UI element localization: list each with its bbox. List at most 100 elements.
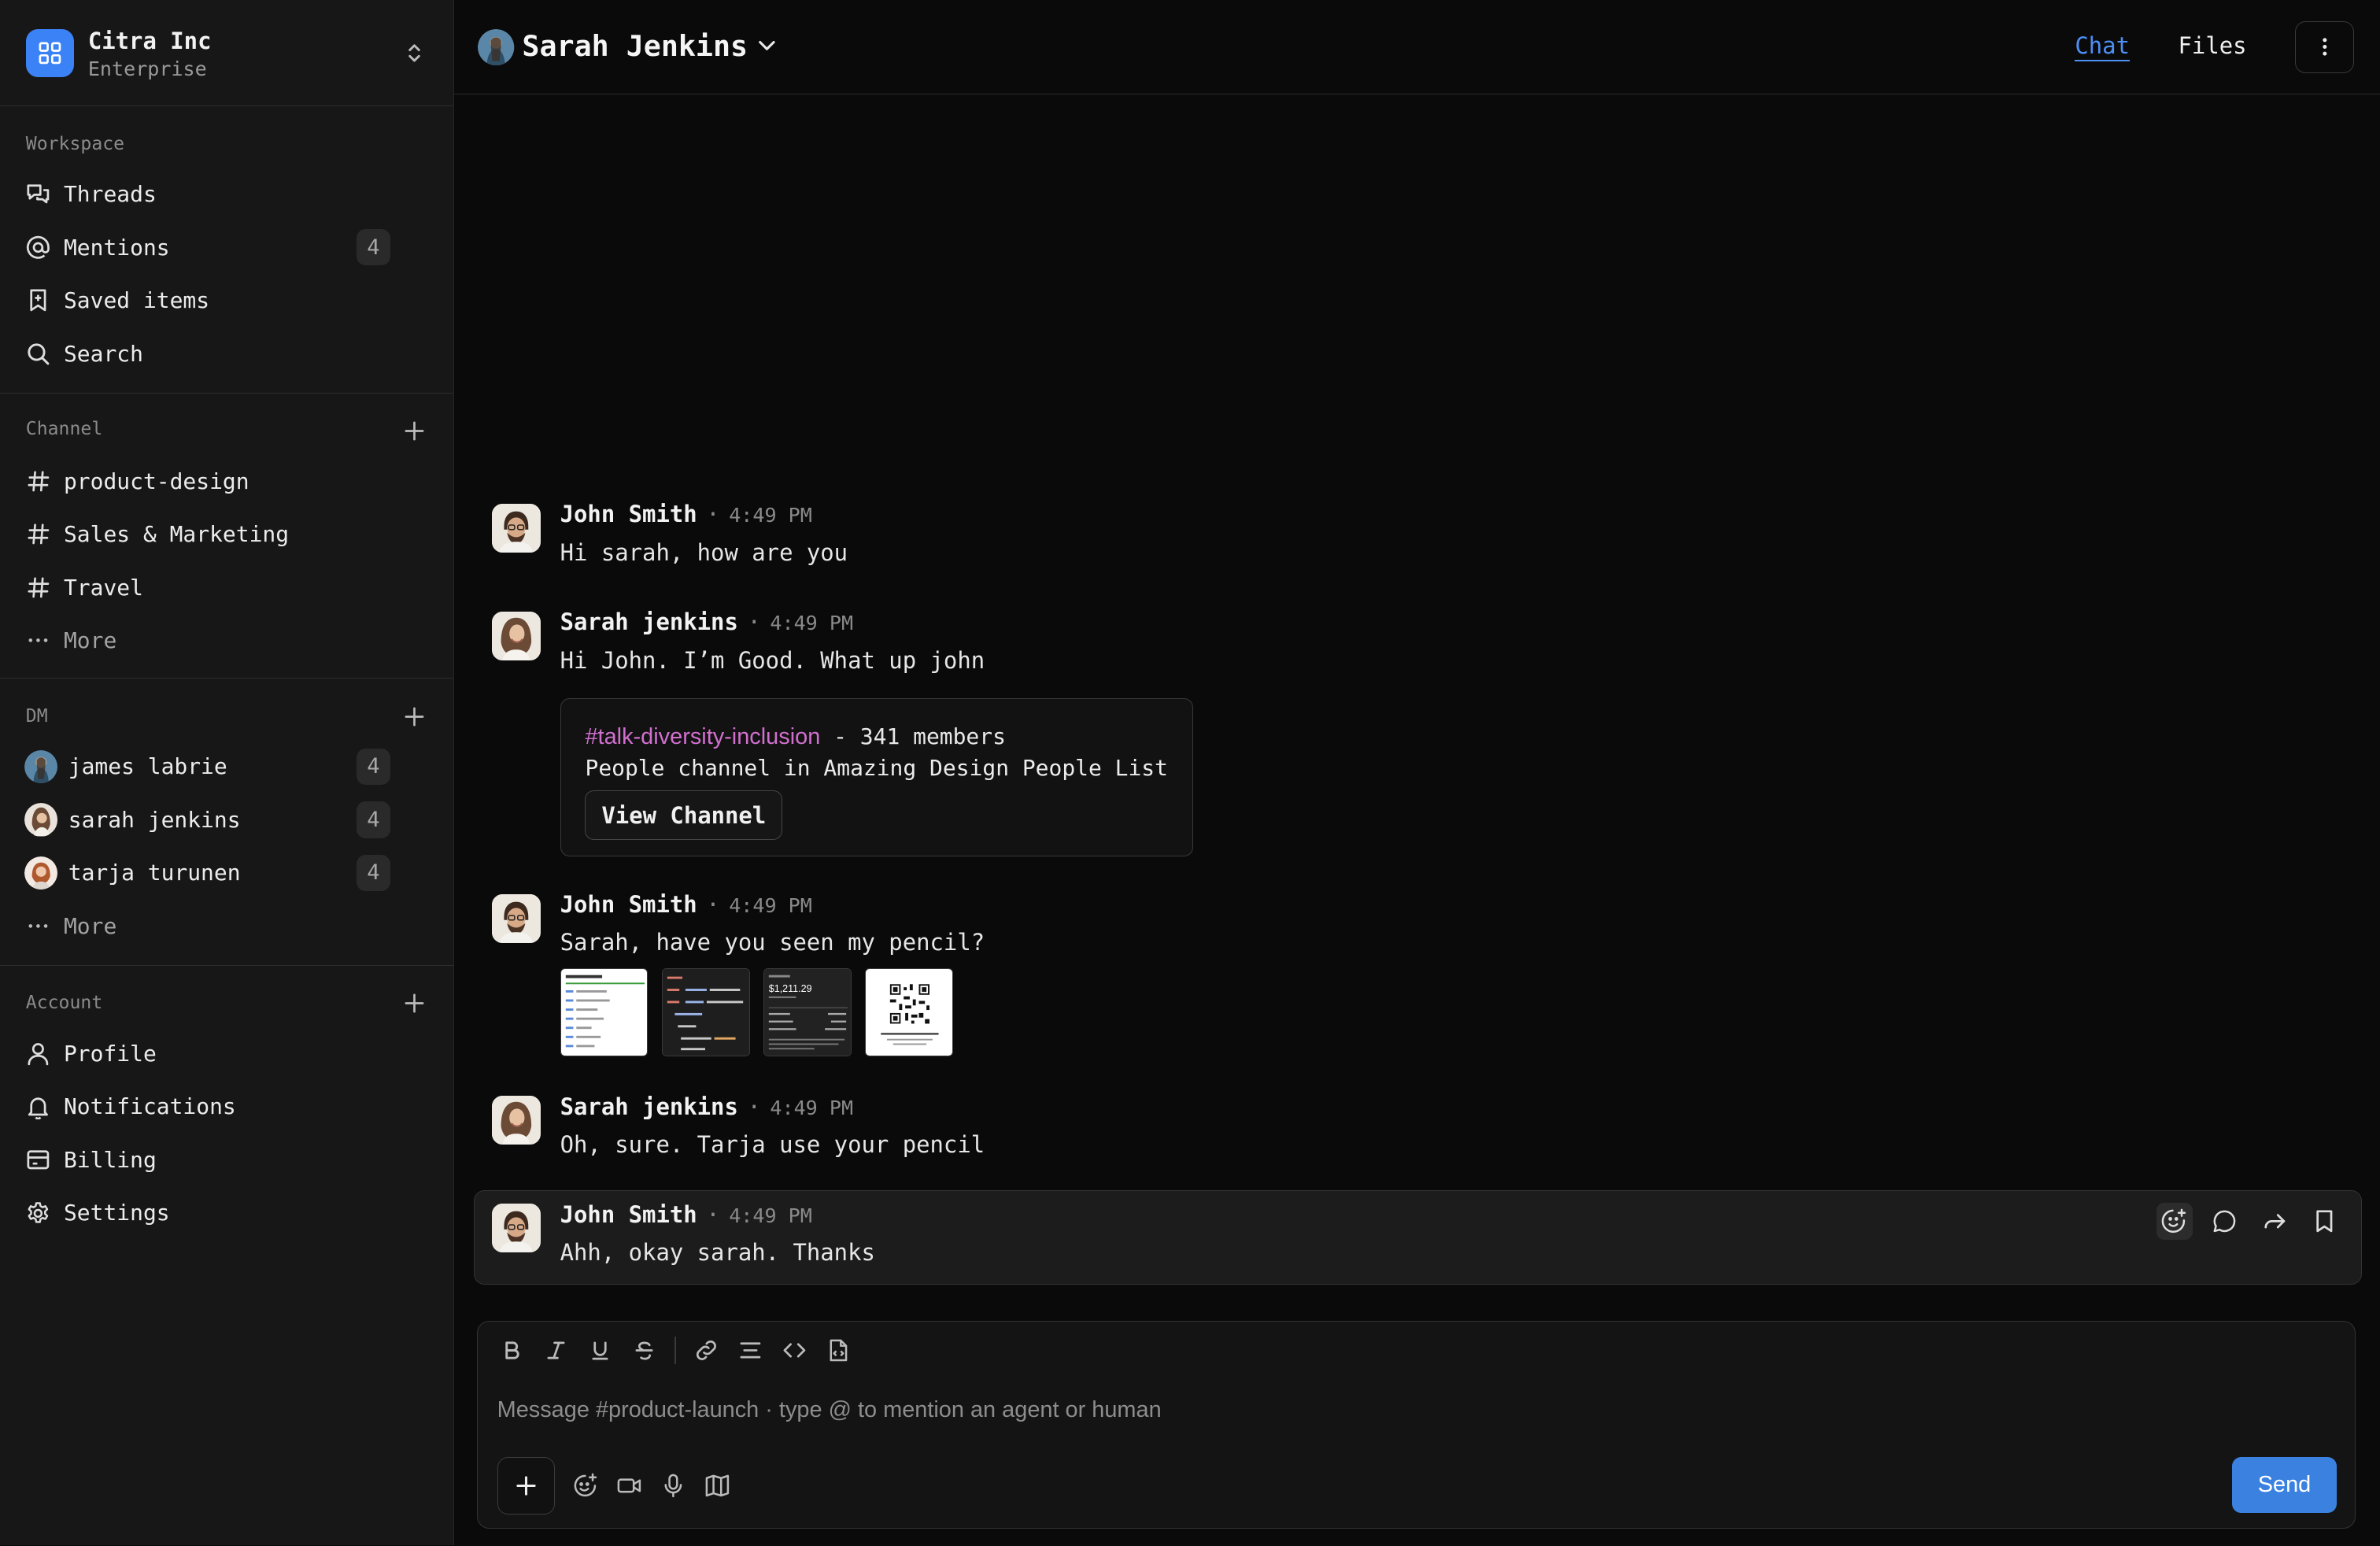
hash-icon [24,521,52,549]
avatar [491,1204,541,1253]
sidebar-item-profile[interactable]: Profile [24,1034,413,1073]
sidebar-item-label: Threads [63,181,157,208]
message-author[interactable]: John Smith [560,1201,697,1228]
attach-button[interactable] [497,1456,555,1515]
underline-icon[interactable] [586,1337,614,1364]
sidebar: Citra Inc Enterprise Workspace Threads M… [0,0,454,1546]
avatar [478,28,515,65]
add-channel-icon[interactable] [404,420,425,442]
message-author[interactable]: John Smith [560,891,697,918]
sidebar-item-sales-marketing[interactable]: Sales & Marketing [24,515,413,554]
at-icon [24,234,52,261]
sidebar-item-channel-more[interactable]: More [24,621,413,660]
search-icon [24,340,52,368]
message-composer: Message #product-launch · type @ to ment… [476,1320,2356,1529]
tab-files[interactable]: Files [2179,32,2247,59]
message-meta: John Smith · 4:49 PM [560,501,812,528]
member-count: - 341 members [833,723,1006,749]
sidebar-item-notifications[interactable]: Notifications [24,1087,413,1126]
sidebar-item-search[interactable]: Search [24,334,413,373]
section-title-channel: Channel [25,419,103,440]
section-title-dm: DM [25,705,48,727]
card-header: #talk-diversity-inclusion - 341 members [585,723,1005,750]
org-name: Citra Inc [87,27,212,54]
sidebar-item-james-labrie[interactable]: james labrie 4 [24,747,413,786]
emoji-icon[interactable] [571,1472,599,1500]
sidebar-item-sarah-jenkins[interactable]: sarah jenkins 4 [24,800,413,839]
code-icon[interactable] [781,1337,808,1364]
sidebar-item-billing[interactable]: Billing [24,1140,413,1179]
link-icon[interactable] [693,1337,720,1364]
add-account-icon[interactable] [404,993,425,1014]
sidebar-item-label: More [63,627,117,654]
chevron-updown-icon[interactable] [404,41,425,65]
user-icon [24,1040,52,1067]
reply-thread-icon[interactable] [2206,1203,2242,1239]
attachment-thumbnail[interactable] [865,968,954,1057]
org-plan: Enterprise [87,57,207,81]
microphone-icon[interactable] [660,1472,687,1500]
gear-icon [24,1200,52,1227]
message-meta: Sarah jenkins · 4:49 PM [560,1093,854,1120]
add-dm-icon[interactable] [404,706,425,727]
avatar [24,803,58,837]
bell-icon [24,1093,52,1121]
sidebar-item-dm-more[interactable]: More [24,906,413,945]
avatar [491,1096,541,1145]
message-author[interactable]: Sarah jenkins [560,1093,738,1120]
threads-icon [24,181,52,209]
attachment-thumbnail[interactable]: $1,211.29 [763,968,852,1057]
bold-icon[interactable] [499,1337,527,1364]
org-switcher[interactable]: Citra Inc Enterprise [0,0,453,106]
message-input[interactable]: Message #product-launch · type @ to ment… [497,1397,1162,1423]
avatar [491,504,541,553]
add-reaction-icon[interactable] [2156,1203,2193,1240]
message-text: Hi John. I’m Good. What up john [560,646,985,674]
message-meta: John Smith · 4:49 PM [560,891,812,919]
conversation-title[interactable]: Sarah Jenkins [522,29,748,63]
sidebar-item-settings[interactable]: Settings [24,1193,413,1233]
avatar [491,612,541,660]
count-badge: 4 [357,801,390,838]
account-section: Account Profile Notifications Billing Se… [0,966,453,1254]
video-icon[interactable] [615,1472,643,1500]
channel-link[interactable]: #talk-diversity-inclusion [585,724,820,749]
code-file-icon[interactable] [825,1337,852,1364]
send-button[interactable]: Send [2231,1456,2338,1513]
view-channel-button[interactable]: View Channel [585,790,783,841]
align-icon[interactable] [737,1337,764,1364]
channel-section: Channel product-design Sales & Marketing… [0,394,453,679]
sidebar-item-mentions[interactable]: Mentions 4 [24,227,413,267]
toolbar-divider [674,1337,677,1364]
sidebar-item-label: product-design [63,468,249,494]
sidebar-item-travel[interactable]: Travel [24,568,413,607]
tab-chat[interactable]: Chat [2075,32,2130,62]
forward-icon[interactable] [2256,1203,2293,1239]
sidebar-item-label: Notifications [63,1093,236,1120]
map-icon[interactable] [704,1472,731,1500]
section-title-workspace: Workspace [25,133,125,154]
strikethrough-icon[interactable] [630,1337,658,1364]
sidebar-item-saved[interactable]: Saved items [24,281,413,320]
message-text: Sarah, have you seen my pencil? [560,929,985,956]
avatar [24,749,58,784]
avatar [491,893,541,943]
more-options-button[interactable] [2295,21,2355,73]
sidebar-item-threads[interactable]: Threads [24,175,413,214]
italic-icon[interactable] [542,1337,570,1364]
chevron-down-icon[interactable] [755,33,779,57]
attachment-thumbnail[interactable] [661,968,750,1057]
format-toolbar [499,1337,852,1364]
sidebar-item-label: tarja turunen [68,860,241,886]
org-logo-icon [25,28,75,78]
channel-description: People channel in Amazing Design People … [585,755,1168,782]
ellipsis-icon [24,627,52,655]
sidebar-item-product-design[interactable]: product-design [24,461,413,501]
message-author[interactable]: Sarah jenkins [560,608,738,635]
attachment-thumbnail[interactable] [560,968,649,1057]
message-time: 4:49 PM [729,504,812,527]
bookmark-icon[interactable] [2306,1203,2342,1239]
sidebar-item-label: More [63,912,117,939]
message-author[interactable]: John Smith [560,501,697,527]
sidebar-item-tarja-turunen[interactable]: tarja turunen 4 [24,853,413,893]
